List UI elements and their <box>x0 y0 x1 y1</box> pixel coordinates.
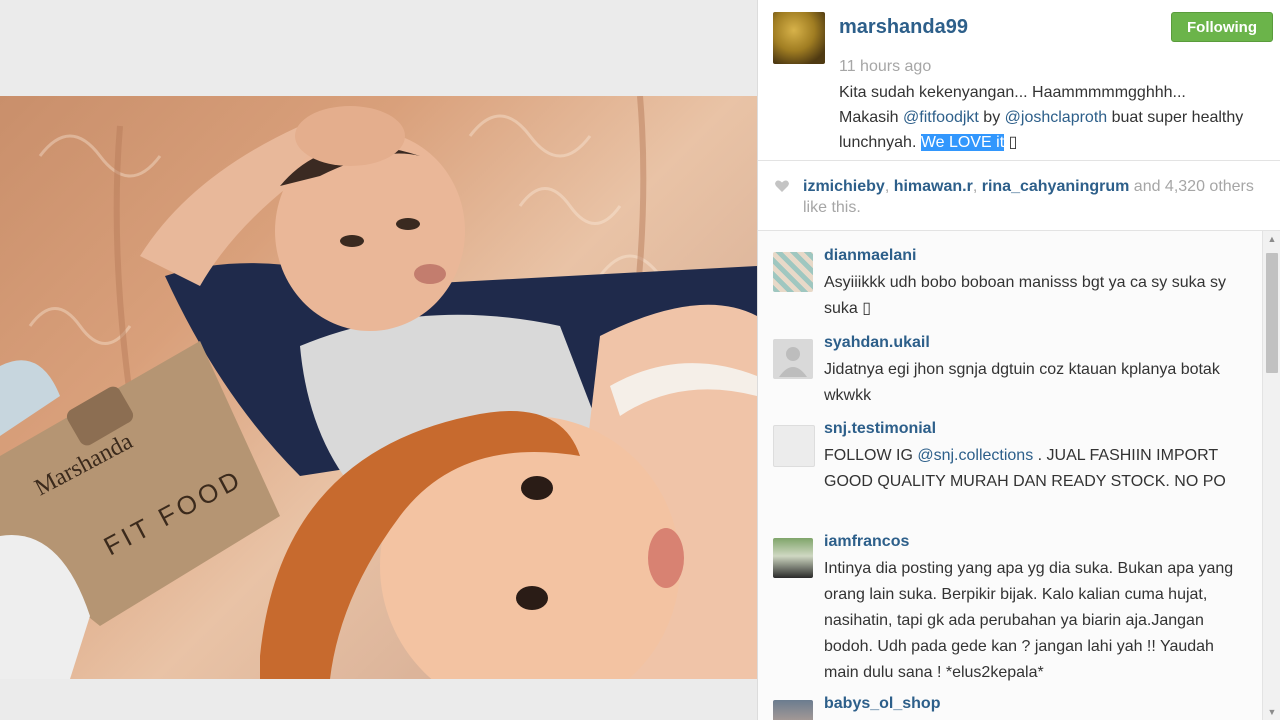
comments-list: dianmaelani Asyiiikkk udh bobo boboan ma… <box>758 231 1263 720</box>
comment-text-part: FOLLOW IG <box>824 447 918 464</box>
liker-link[interactable]: rina_cahyaningrum <box>982 178 1130 195</box>
comment-text: FOLLOW IG @snj.collections . JUAL FASHII… <box>824 443 1244 495</box>
avatar[interactable] <box>773 425 815 467</box>
caption-selected-text: We LOVE it <box>920 134 1005 151</box>
comment-username[interactable]: dianmaelani <box>824 247 916 265</box>
caption-line1: Kita sudah kekenyangan... Haammmmmgghhh.… <box>839 84 1186 101</box>
arrow-up-icon[interactable]: ▲ <box>1263 231 1280 247</box>
post-photo[interactable]: Marshanda FIT FOOD <box>0 96 757 679</box>
post-caption: Kita sudah kekenyangan... Haammmmmgghhh.… <box>839 80 1244 155</box>
post-time: 11 hours ago <box>839 58 932 75</box>
liker-link[interactable]: himawan.r <box>894 178 973 195</box>
comment-text: Intinya dia posting yang apa yg dia suka… <box>824 560 1234 681</box>
post-username[interactable]: marshanda99 <box>839 16 968 39</box>
default-avatar-icon <box>779 347 807 377</box>
avatar[interactable] <box>773 12 825 64</box>
avatar[interactable] <box>773 700 813 720</box>
comments-scrollbar[interactable]: ▲ ▼ <box>1262 231 1280 720</box>
comment-username[interactable]: babys_ol_shop <box>824 695 940 713</box>
comment-text: Jidatnya egi jhon sgnja dgtuin coz ktaua… <box>824 361 1220 404</box>
comment-username[interactable]: syahdan.ukail <box>824 334 930 352</box>
likes-summary: izmichieby, himawan.r, rina_cahyaningrum… <box>774 176 1264 218</box>
comment-username[interactable]: iamfrancos <box>824 533 909 551</box>
heart-icon[interactable] <box>774 178 790 194</box>
divider <box>758 160 1280 161</box>
comment-text: Asyiiikkk udh bobo boboan manisss bgt ya… <box>824 274 1226 317</box>
comment-mention[interactable]: @snj.collections <box>917 447 1033 464</box>
scroll-thumb[interactable] <box>1266 253 1278 373</box>
liker-link[interactable]: izmichieby <box>803 178 885 195</box>
post-details-panel: marshanda99 11 hours ago Following Kita … <box>757 0 1280 720</box>
photo-viewer: Marshanda FIT FOOD <box>0 0 757 720</box>
caption-mention-fitfoodjkt[interactable]: @fitfoodjkt <box>903 109 979 126</box>
likes-separator: , <box>972 178 982 195</box>
post-header: marshanda99 11 hours ago Following Kita … <box>773 12 1273 162</box>
avatar[interactable] <box>773 252 813 292</box>
caption-emoji: ▯ <box>1004 134 1018 151</box>
caption-pre: Makasih <box>839 109 904 126</box>
photo-illustration: Marshanda FIT FOOD <box>0 96 757 679</box>
comment-username[interactable]: snj.testimonial <box>824 420 936 438</box>
avatar[interactable] <box>773 538 813 578</box>
following-button[interactable]: Following <box>1171 12 1273 42</box>
likes-separator: , <box>884 178 894 195</box>
avatar[interactable] <box>773 339 813 379</box>
arrow-down-icon[interactable]: ▼ <box>1263 704 1280 720</box>
caption-mention-joshclaproth[interactable]: @joshclaproth <box>1005 109 1108 126</box>
caption-mid: by <box>978 109 1005 126</box>
